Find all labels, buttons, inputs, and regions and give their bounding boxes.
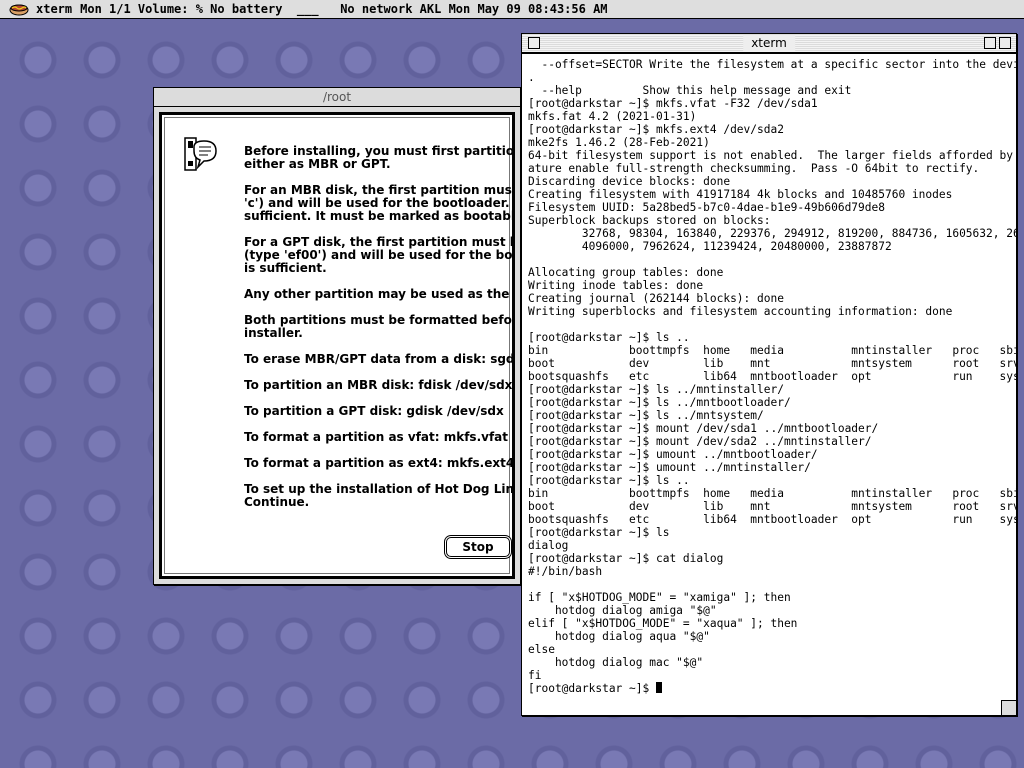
dialog-paragraph: For a GPT disk, the first partition must… bbox=[244, 235, 512, 275]
dialog-paragraph: To format a partition as ext4: mkfs.ext4 bbox=[244, 456, 512, 470]
dialog-paragraph: To partition an MBR disk: fdisk /dev/sdx bbox=[244, 378, 512, 392]
terminal-screen[interactable]: --offset=SECTOR Write the filesystem at … bbox=[522, 53, 1016, 716]
dialog-paragraph: Before installing, you must first partit… bbox=[244, 144, 512, 171]
stop-button[interactable]: Stop bbox=[446, 537, 510, 557]
menu-bar: xterm Mon 1/1 Volume: % No battery ___ N… bbox=[0, 0, 1024, 19]
dialog-frame: Before installing, you must first partit… bbox=[159, 112, 515, 579]
dialog-paragraph: Any other partition may be used as the r… bbox=[244, 287, 512, 301]
close-box-icon[interactable] bbox=[528, 37, 540, 49]
dialog-paragraph: For an MBR disk, the first partition mus… bbox=[244, 183, 512, 223]
terminal-prompt: [root@darkstar ~]$ bbox=[528, 682, 656, 695]
menu-status-text: Mon 1/1 Volume: % No battery ___ No netw… bbox=[80, 2, 608, 16]
dialog-paragraph: To partition a GPT disk: gdisk /dev/sdx bbox=[244, 404, 504, 418]
hotdog-icon[interactable] bbox=[8, 1, 30, 17]
dialog-paragraph: To erase MBR/GPT data from a disk: sgdis bbox=[244, 352, 512, 366]
speech-note-icon bbox=[184, 137, 217, 171]
dialog-window: /root Before installing, you must first … bbox=[153, 87, 521, 585]
resize-handle-icon[interactable] bbox=[1001, 700, 1016, 715]
menu-app-name[interactable]: xterm bbox=[36, 2, 72, 16]
terminal-history: --offset=SECTOR Write the filesystem at … bbox=[528, 58, 1016, 682]
terminal-output: --offset=SECTOR Write the filesystem at … bbox=[522, 54, 1016, 695]
text-cursor bbox=[655, 682, 662, 693]
dialog-title: /root bbox=[314, 89, 360, 105]
dialog-paragraph: Both partitions must be formatted before… bbox=[244, 313, 512, 340]
dialog-message: Before installing, you must first partit… bbox=[244, 145, 512, 522]
dialog-paragraph: To format a partition as vfat: mkfs.vfat bbox=[244, 430, 509, 444]
collapse-box-icon[interactable] bbox=[999, 37, 1011, 49]
xterm-window: xterm --offset=SECTOR Write the filesyst… bbox=[521, 33, 1017, 716]
xterm-title: xterm bbox=[743, 35, 795, 51]
xterm-titlebar[interactable]: xterm bbox=[522, 34, 1016, 53]
zoom-box-icon[interactable] bbox=[984, 37, 996, 49]
dialog-titlebar[interactable]: /root bbox=[154, 88, 520, 107]
dialog-paragraph: To set up the installation of Hot Dog Li… bbox=[244, 482, 512, 509]
